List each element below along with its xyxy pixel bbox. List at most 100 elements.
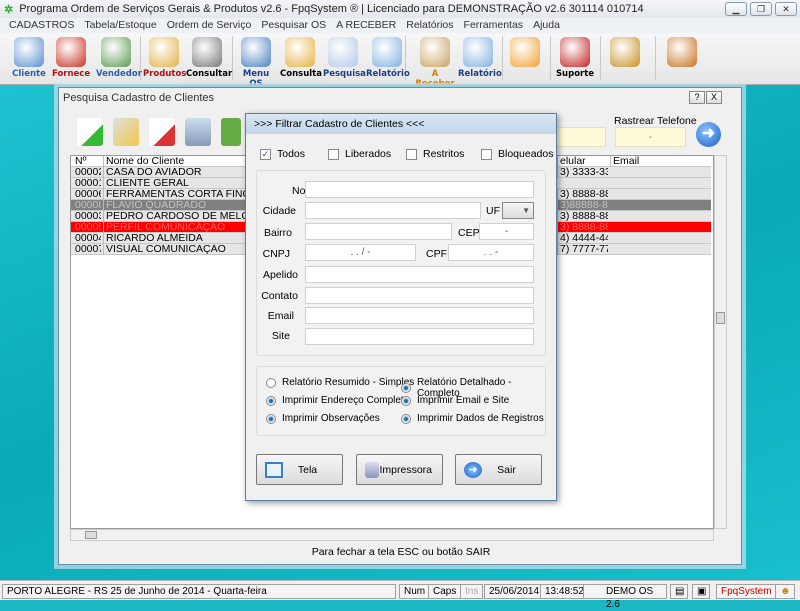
toolbar-label: Pesquisa: [323, 69, 366, 79]
toolbar-label: Fornece: [52, 69, 91, 79]
email-input[interactable]: [305, 307, 534, 324]
horizontal-scrollbar[interactable]: [70, 529, 714, 541]
contato-input[interactable]: [305, 287, 534, 304]
toolbar-button-14[interactable]: [665, 35, 699, 81]
uf-select[interactable]: ▼: [502, 202, 534, 219]
toolbar-button-8[interactable]: Relatório: [366, 35, 410, 81]
status-version: DEMO OS 2.6: [583, 584, 667, 610]
add-client-icon[interactable]: [77, 118, 103, 146]
print-icon[interactable]: [185, 118, 211, 146]
toolbar-label: Suporte: [555, 69, 595, 79]
cell: 00006: [75, 189, 101, 200]
phone-input[interactable]: [556, 127, 606, 147]
printer-icon: [365, 461, 380, 478]
cnpj-input[interactable]: . . / -: [305, 244, 416, 261]
menu-4[interactable]: A RECEBER: [331, 18, 401, 33]
maximize-button[interactable]: ❐: [750, 2, 772, 16]
option-radio-2[interactable]: Imprimir Endereço Completo: [266, 395, 409, 406]
person-green-icon: [101, 37, 131, 67]
filter-restritos-checkbox[interactable]: Restritos: [406, 148, 464, 160]
toolbar: Cliente Fornece Vendedor Produtos Consultar M…: [0, 33, 800, 89]
footer-hint: Para fechar a tela ESC ou botão SAIR: [311, 546, 491, 558]
checkbox-box: [481, 148, 492, 160]
toolbar-button-4[interactable]: Consultar: [186, 35, 232, 81]
menu-3[interactable]: Pesquisar OS: [256, 18, 331, 33]
site-input[interactable]: [305, 328, 534, 345]
cep-input[interactable]: -: [479, 223, 534, 240]
clipboard-icon: [241, 37, 271, 67]
filter-dialog: >>> Filtrar Cadastro de Clientes <<< ✓ To…: [245, 113, 557, 501]
menu-1[interactable]: Tabela/Estoque: [79, 18, 161, 33]
cidade-input[interactable]: [305, 202, 481, 219]
cep-label: CEP: [458, 227, 480, 239]
toolbar-button-6[interactable]: Consulta: [280, 35, 322, 81]
vertical-scrollbar[interactable]: [714, 155, 727, 529]
toolbar-button-9[interactable]: A Receber: [413, 35, 457, 89]
network-status-icon[interactable]: ▣: [692, 584, 710, 599]
coin-icon: [610, 37, 640, 67]
toolbar-button-3[interactable]: Produtos: [143, 35, 186, 81]
status-time: 13:48:52: [540, 584, 589, 599]
status-date: 25/06/2014: [484, 584, 545, 599]
filter-bloqueados-checkbox[interactable]: Bloqueados: [481, 148, 553, 160]
checkbox-label: Liberados: [345, 148, 392, 160]
help-button[interactable]: ?: [689, 91, 705, 104]
cpf-input[interactable]: . . -: [448, 244, 534, 261]
money-icon: [420, 37, 450, 67]
status-brand: FpqSystem: [716, 584, 777, 599]
screen-button[interactable]: Tela: [256, 454, 343, 485]
close-button[interactable]: ✕: [775, 2, 797, 16]
filter-todos-checkbox[interactable]: ✓ Todos: [260, 148, 305, 160]
menu-0[interactable]: CADASTROS: [4, 18, 79, 33]
bairro-input[interactable]: [305, 223, 452, 240]
status-location: PORTO ALEGRE - RS 25 de Junho de 2014 - …: [2, 584, 396, 599]
toolbar-button-7[interactable]: Pesquisa: [323, 35, 366, 81]
edit-client-icon[interactable]: [113, 118, 139, 146]
cell: 00005: [75, 222, 101, 233]
radio-label: Imprimir Observações: [282, 413, 380, 424]
menu-7[interactable]: Ajuda: [528, 18, 565, 33]
exit-button[interactable]: ➜ Sair: [455, 454, 542, 485]
printer-button[interactable]: Impressora: [356, 454, 443, 485]
person-red-icon: [56, 37, 86, 67]
exit-door-icon: [667, 37, 697, 67]
toolbar-button-1[interactable]: Fornece: [52, 35, 90, 81]
filter-liberados-checkbox[interactable]: Liberados: [328, 148, 391, 160]
option-radio-5[interactable]: Imprimir Dados de Registros: [401, 413, 544, 424]
cell: Nº: [75, 156, 87, 167]
users-icon[interactable]: ☻: [775, 584, 795, 599]
go-arrow-button[interactable]: ➜: [696, 122, 721, 147]
delete-client-icon[interactable]: [149, 118, 175, 146]
toolbar-button-2[interactable]: Vendedor: [96, 35, 142, 81]
toolbar-button-0[interactable]: Cliente: [10, 35, 48, 81]
radio-label: Imprimir Dados de Registros: [417, 413, 544, 424]
toolbar-button-13[interactable]: [608, 35, 642, 81]
arrow-right-icon: ➜: [464, 461, 482, 478]
nome-input[interactable]: [305, 181, 534, 198]
menu-5[interactable]: Relatórios: [401, 18, 458, 33]
cell: 00002: [75, 167, 101, 178]
apelido-input[interactable]: [305, 266, 534, 283]
track-phone-input[interactable]: -: [615, 127, 686, 147]
minimize-button[interactable]: ▁: [725, 2, 747, 16]
cell: 4) 4444-4444: [557, 233, 608, 244]
printer-status-icon[interactable]: ▤: [670, 584, 688, 599]
app-icon: ✲: [4, 3, 14, 16]
option-radio-3[interactable]: Imprimir Email e Site: [401, 395, 509, 406]
toolbar-label: Cliente: [12, 69, 46, 79]
menu-2[interactable]: Ordem de Serviço: [162, 18, 257, 33]
option-radio-4[interactable]: Imprimir Observações: [266, 413, 380, 424]
report-icon[interactable]: [221, 118, 241, 146]
toolbar-button-11[interactable]: [507, 35, 543, 81]
toolbar-button-5[interactable]: Menu OS: [236, 35, 276, 89]
radio-dot: [401, 395, 411, 406]
window-close-button[interactable]: X: [706, 91, 722, 104]
option-radio-0[interactable]: Relatório Resumido - Simples: [266, 377, 414, 388]
toolbar-button-12[interactable]: Suporte: [555, 35, 595, 81]
cell: 00003: [75, 211, 101, 222]
window-icon: [265, 461, 283, 478]
toolbar-button-10[interactable]: Relatório: [458, 35, 502, 81]
toolbar-label: Relatório: [458, 69, 502, 79]
menu-6[interactable]: Ferramentas: [459, 18, 529, 33]
checkbox-label: Todos: [277, 148, 306, 160]
